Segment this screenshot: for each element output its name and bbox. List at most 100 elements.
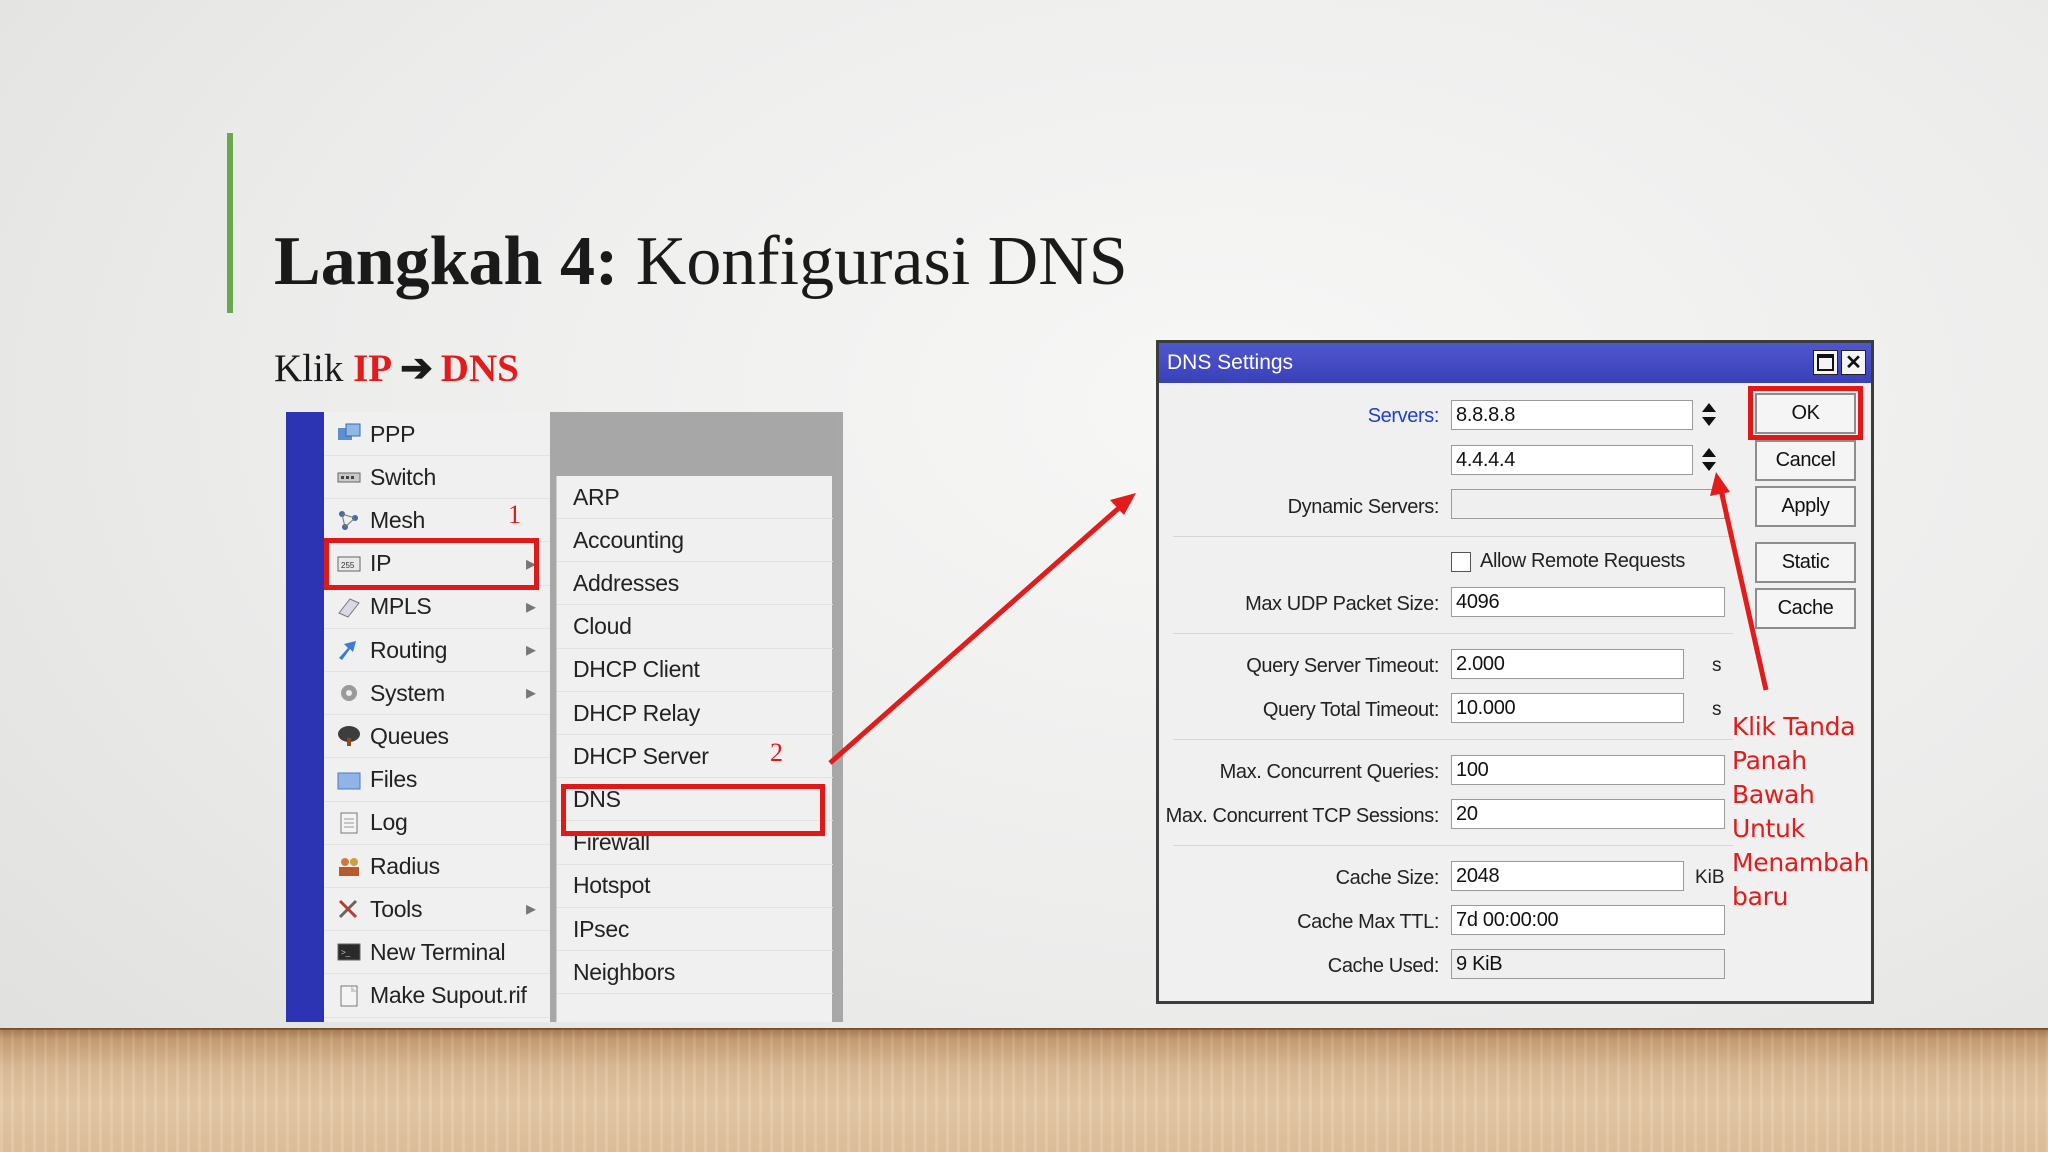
annotation-line: Panah (1732, 746, 1807, 775)
server-2-field[interactable]: 4.4.4.4 (1451, 445, 1693, 475)
main-menu-item-new-terminal[interactable]: >_ New Terminal (324, 931, 550, 975)
menu-to-dialog-arrowhead (1110, 493, 1136, 515)
window-title: DNS Settings (1167, 351, 1294, 374)
instruction-arrow: ➔ (400, 347, 433, 390)
main-menu-item-log[interactable]: Log (324, 802, 550, 845)
main-menu-item-label: Mesh (370, 506, 426, 533)
slide-title: Langkah 4: Konfigurasi DNS (274, 222, 1128, 302)
step-1-label: 1 (508, 500, 521, 529)
menu-to-dialog-arrow (828, 505, 1122, 765)
terminal-icon: >_ (334, 938, 364, 966)
query-server-timeout-label: Query Server Timeout: (1246, 655, 1439, 677)
ip-submenu-item-addresses[interactable]: Addresses (557, 562, 833, 606)
main-menu-item-radius[interactable]: Radius (324, 845, 550, 888)
query-server-timeout-field[interactable]: 2.000 (1451, 649, 1684, 679)
server-1-spinner-icon[interactable] (1700, 400, 1718, 430)
max-concurrent-queries-field[interactable]: 100 (1451, 755, 1725, 785)
ip-submenu-item-neighbors[interactable]: Neighbors (557, 951, 833, 995)
cache-size-field[interactable]: 2048 (1451, 861, 1684, 891)
cache-used-field: 9 KiB (1451, 949, 1725, 979)
main-menu-item-queues[interactable]: Queues (324, 715, 550, 759)
main-menu-item-label: PPP (370, 420, 416, 447)
ip-submenu-item-dhcp-relay[interactable]: DHCP Relay (557, 692, 833, 735)
main-menu-item-make-supout-rif[interactable]: Make Supout.rif (324, 975, 550, 1018)
annotation-line: Klik Tanda (1732, 712, 1856, 741)
ip-submenu-item-dhcp-client[interactable]: DHCP Client (557, 649, 833, 692)
ok-highlight-box (1748, 386, 1863, 440)
max-udp-label: Max UDP Packet Size: (1245, 593, 1439, 615)
cache-max-ttl-field[interactable]: 7d 00:00:00 (1451, 905, 1725, 935)
ip-submenu-item-dhcp-server[interactable]: DHCP Server (557, 735, 833, 779)
main-menu-item-switch[interactable]: Switch (324, 456, 550, 500)
instruction-dns: DNS (440, 347, 519, 390)
cache-max-ttl-label: Cache Max TTL: (1297, 911, 1439, 933)
ip-highlight-box (324, 538, 539, 590)
instruction-ip: IP (353, 347, 393, 390)
instruction-prefix: Klik (274, 347, 354, 390)
max-concurrent-tcp-field[interactable]: 20 (1451, 799, 1725, 829)
annotation-line: Menambah (1732, 848, 1870, 877)
main-menu-item-label: Queues (370, 722, 449, 749)
submenu-arrow-icon: ▸ (525, 682, 536, 705)
submenu-arrow-icon: ▸ (525, 898, 536, 921)
dynamic-servers-field (1451, 489, 1725, 519)
dns-highlight-box (561, 784, 825, 836)
cancel-button[interactable]: Cancel (1755, 440, 1856, 481)
submenu-arrow-icon: ▸ (525, 639, 536, 661)
query-server-timeout-unit: s (1712, 655, 1722, 676)
slide-title-rest: Konfigurasi DNS (618, 223, 1128, 300)
main-menu-item-mpls[interactable]: MPLS ▸ (324, 586, 550, 629)
query-total-timeout-label: Query Total Timeout: (1262, 699, 1440, 721)
server-2-spinner-icon[interactable] (1700, 445, 1718, 475)
annotation-line: Bawah (1732, 780, 1815, 809)
radius-icon (334, 852, 364, 880)
annotation-line: Untuk (1732, 814, 1805, 843)
max-concurrent-tcp-label: Max. Concurrent TCP Sessions: (1165, 805, 1440, 827)
main-menu-item-routing[interactable]: Routing ▸ (324, 629, 550, 672)
main-menu-item-files[interactable]: Files (324, 759, 550, 802)
log-icon (334, 809, 364, 837)
server-1-field[interactable]: 8.8.8.8 (1451, 400, 1693, 430)
allow-remote-requests-checkbox[interactable] (1451, 552, 1471, 572)
svg-text:>_: >_ (341, 948, 351, 957)
cache-size-unit: KiB (1695, 867, 1725, 888)
ip-submenu-item-hotspot[interactable]: Hotspot (557, 865, 833, 908)
cache-button[interactable]: Cache (1755, 588, 1856, 629)
dynamic-servers-label: Dynamic Servers: (1287, 496, 1440, 518)
servers-label: Servers: (1367, 405, 1440, 427)
main-menu-item-system[interactable]: System ▸ (324, 672, 550, 716)
query-total-timeout-field[interactable]: 10.000 (1451, 693, 1684, 723)
close-icon[interactable]: ✕ (1841, 350, 1866, 375)
main-menu-item-tools[interactable]: Tools ▸ (324, 888, 550, 932)
maximize-icon[interactable] (1813, 350, 1838, 375)
queues-icon (334, 722, 364, 750)
main-menu-item-label: Log (370, 809, 408, 836)
ip-submenu-item-accounting[interactable]: Accounting (557, 519, 833, 563)
tools-icon (334, 895, 364, 923)
window-title-bar[interactable]: DNS Settings (1159, 343, 1871, 383)
gear-icon (334, 679, 364, 707)
max-udp-field[interactable]: 4096 (1451, 587, 1725, 617)
separator (1173, 633, 1733, 634)
step-2-label: 2 (770, 738, 783, 767)
winbox-side-bar (286, 412, 324, 1022)
query-total-timeout-unit: s (1712, 699, 1722, 720)
main-menu-item-label: Files (370, 766, 418, 793)
ip-submenu-item-cloud[interactable]: Cloud (557, 606, 833, 649)
annotation-line: baru (1732, 882, 1789, 911)
main-menu-item-label: Make Supout.rif (370, 982, 527, 1009)
separator (1173, 536, 1733, 537)
static-button[interactable]: Static (1755, 542, 1856, 583)
main-menu-item-ppp[interactable]: PPP (324, 413, 550, 456)
wooden-floor (0, 1030, 2048, 1152)
ip-submenu-item-ipsec[interactable]: IPsec (557, 908, 833, 951)
cache-used-label: Cache Used: (1327, 955, 1440, 977)
slide-title-bold: Langkah 4: (274, 223, 619, 300)
ip-submenu-item-arp[interactable]: ARP (557, 476, 833, 519)
ip-submenu: ARP Accounting Addresses Cloud DHCP Client DH… (556, 476, 833, 1022)
apply-button[interactable]: Apply (1755, 486, 1856, 527)
main-menu-item-label: Switch (370, 463, 436, 490)
annotation-text: Klik Tanda Panah Bawah Untuk Menambah baru (1732, 710, 1882, 914)
folder-icon (334, 766, 364, 794)
title-accent-bar (227, 133, 233, 313)
